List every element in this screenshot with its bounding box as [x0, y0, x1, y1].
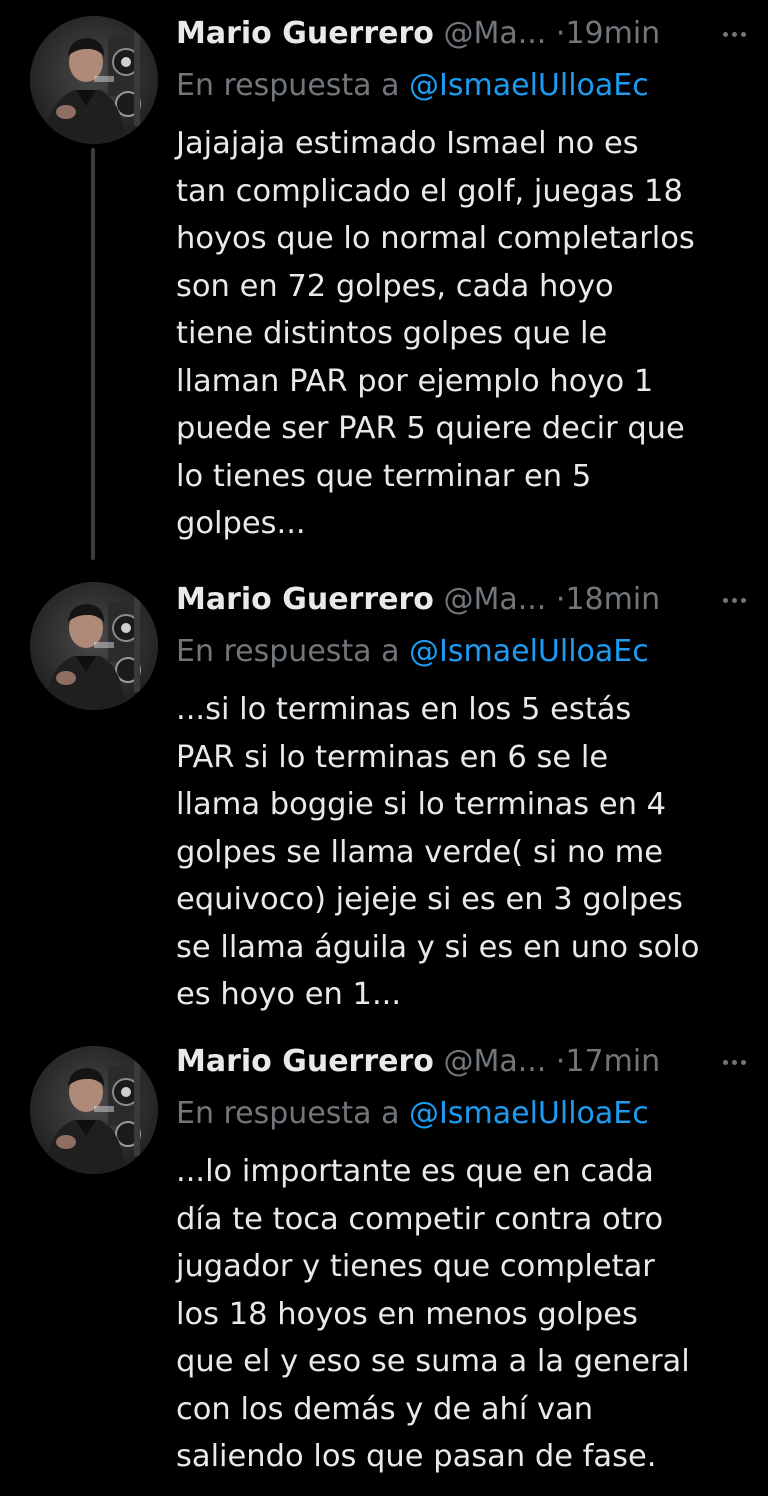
author-handle[interactable]: @Ma...	[443, 16, 546, 51]
tweet-text: Jajajaja estimado Ismael no es tan compl…	[176, 126, 695, 541]
author-name[interactable]: Mario Guerrero	[176, 582, 434, 617]
author-name[interactable]: Mario Guerrero	[176, 1044, 434, 1079]
reply-mention-link[interactable]: @IsmaelUlloaEc	[409, 68, 649, 103]
reply-context: En respuesta a @IsmaelUlloaEc	[176, 632, 754, 672]
timestamp[interactable]: 17min	[565, 1044, 660, 1079]
separator-dot: ·	[555, 582, 566, 617]
timestamp[interactable]: 19min	[565, 16, 660, 51]
reply-context: En respuesta a @IsmaelUlloaEc	[176, 66, 754, 106]
reply-prefix: En respuesta a	[176, 68, 400, 103]
tweet-header: Mario Guerrero @Ma... ·18min	[176, 580, 754, 620]
avatar[interactable]	[30, 16, 158, 144]
more-horizontal-icon[interactable]	[714, 14, 754, 54]
reply-mention-link[interactable]: @IsmaelUlloaEc	[409, 634, 649, 669]
tweet-2[interactable]: Mario Guerrero @Ma... ·18min En respuest…	[0, 570, 768, 1032]
reply-prefix: En respuesta a	[176, 1096, 400, 1131]
reply-mention-link[interactable]: @IsmaelUlloaEc	[409, 1096, 649, 1131]
author-handle[interactable]: @Ma...	[443, 582, 546, 617]
reply-context: En respuesta a @IsmaelUlloaEc	[176, 1094, 754, 1134]
more-horizontal-icon[interactable]	[714, 1042, 754, 1082]
separator-dot: ·	[555, 1044, 566, 1079]
author-handle[interactable]: @Ma...	[443, 1044, 546, 1079]
more-horizontal-icon[interactable]	[714, 580, 754, 620]
thread-connector-line	[91, 148, 95, 560]
tweet-3[interactable]: Mario Guerrero @Ma... ·17min En respuest…	[0, 1032, 768, 1496]
tweet-1[interactable]: Mario Guerrero @Ma... ·19min En respuest…	[0, 0, 768, 570]
tweet-text: ...si lo terminas en los 5 estás PAR si …	[176, 692, 700, 1012]
avatar[interactable]	[30, 1046, 158, 1174]
tweet-header: Mario Guerrero @Ma... ·19min	[176, 14, 754, 54]
tweet-header: Mario Guerrero @Ma... ·17min	[176, 1042, 754, 1082]
avatar[interactable]	[30, 582, 158, 710]
author-name[interactable]: Mario Guerrero	[176, 16, 434, 51]
timestamp[interactable]: 18min	[565, 582, 660, 617]
tweet-text: ...lo importante es que en cada día te t…	[176, 1154, 690, 1474]
reply-prefix: En respuesta a	[176, 634, 400, 669]
separator-dot: ·	[555, 16, 566, 51]
